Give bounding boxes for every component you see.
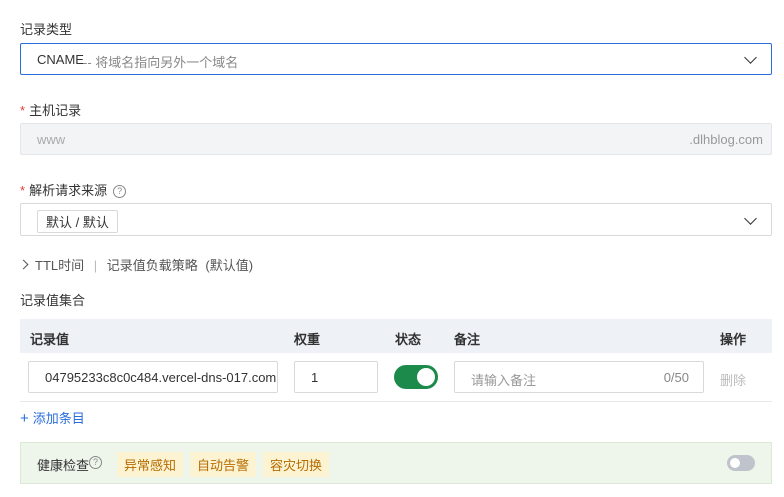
- add-entry-label: 添加条目: [32, 411, 85, 426]
- resolve-source-select[interactable]: 默认 / 默认: [20, 203, 772, 236]
- resolve-source-label-text: 解析请求来源: [29, 183, 108, 198]
- load-strategy-link: 记录值负载策略: [106, 258, 198, 273]
- host-record-label-text: 主机记录: [29, 103, 82, 118]
- advanced-settings-toggle[interactable]: TTL时间 | 记录值负载策略 (默认值): [18, 255, 254, 274]
- col-action: 操作: [720, 332, 747, 347]
- col-status: 状态: [395, 332, 422, 347]
- required-mark: *: [20, 103, 26, 118]
- health-check-toggle[interactable]: [727, 455, 755, 471]
- host-record-placeholder: www: [37, 132, 66, 147]
- note-char-count: 0/50: [663, 370, 689, 385]
- health-check-chips: 异常感知 自动告警 容灾切换: [117, 452, 336, 477]
- help-icon[interactable]: ?: [113, 185, 127, 198]
- table-row: 04795233c8c0c484.vercel-dns-017.com 1 请输…: [20, 353, 772, 402]
- chip-auto-alert: 自动告警: [190, 452, 257, 477]
- domain-suffix: .dlhblog.com: [689, 132, 763, 147]
- col-note: 备注: [454, 332, 481, 347]
- help-icon[interactable]: ?: [89, 456, 102, 469]
- health-check-panel: 健康检查 ? 异常感知 自动告警 容灾切换: [20, 442, 772, 484]
- record-type-label: 记录类型: [20, 22, 73, 37]
- chevron-down-icon: [744, 211, 757, 225]
- default-hint: (默认值): [205, 258, 254, 273]
- resolve-source-tag: 默认 / 默认: [37, 210, 118, 233]
- record-value-input[interactable]: 04795233c8c0c484.vercel-dns-017.com: [28, 361, 278, 393]
- health-check-label: 健康检查: [37, 458, 90, 473]
- ttl-link: TTL时间: [35, 258, 85, 273]
- required-mark: *: [20, 183, 26, 198]
- record-value-text: 04795233c8c0c484.vercel-dns-017.com: [45, 370, 277, 385]
- weight-value: 1: [311, 370, 319, 385]
- status-toggle[interactable]: [394, 365, 438, 389]
- note-input[interactable]: 请输入备注 0/50: [454, 361, 704, 393]
- record-type-description: -- 将域名指向另外一个域名: [83, 55, 239, 70]
- host-record-label: * 主机记录: [20, 100, 81, 119]
- chip-anomaly-detection: 异常感知: [117, 452, 184, 477]
- delete-button[interactable]: 删除: [720, 370, 746, 389]
- note-placeholder: 请输入备注: [471, 373, 537, 388]
- resolve-source-label: * 解析请求来源?: [20, 180, 127, 199]
- weight-input[interactable]: 1: [294, 361, 378, 393]
- toggle-knob: [417, 368, 435, 386]
- separator: |: [93, 258, 98, 273]
- toggle-knob: [730, 458, 740, 468]
- chevron-down-icon: [744, 51, 757, 64]
- record-set-title: 记录值集合: [20, 293, 86, 308]
- record-type-select[interactable]: CNAME -- 将域名指向另外一个域名: [20, 43, 772, 75]
- chip-failover: 容灾切换: [263, 452, 330, 477]
- plus-icon: +: [20, 410, 29, 427]
- host-record-input[interactable]: www .dlhblog.com: [20, 123, 772, 155]
- record-table-header: 记录值 权重 状态 备注 操作: [20, 319, 772, 353]
- record-type-value: CNAME: [37, 52, 84, 67]
- chevron-right-icon: [18, 259, 29, 270]
- col-value: 记录值: [30, 332, 70, 347]
- add-entry-button[interactable]: + 添加条目: [20, 408, 85, 427]
- col-weight: 权重: [294, 332, 321, 347]
